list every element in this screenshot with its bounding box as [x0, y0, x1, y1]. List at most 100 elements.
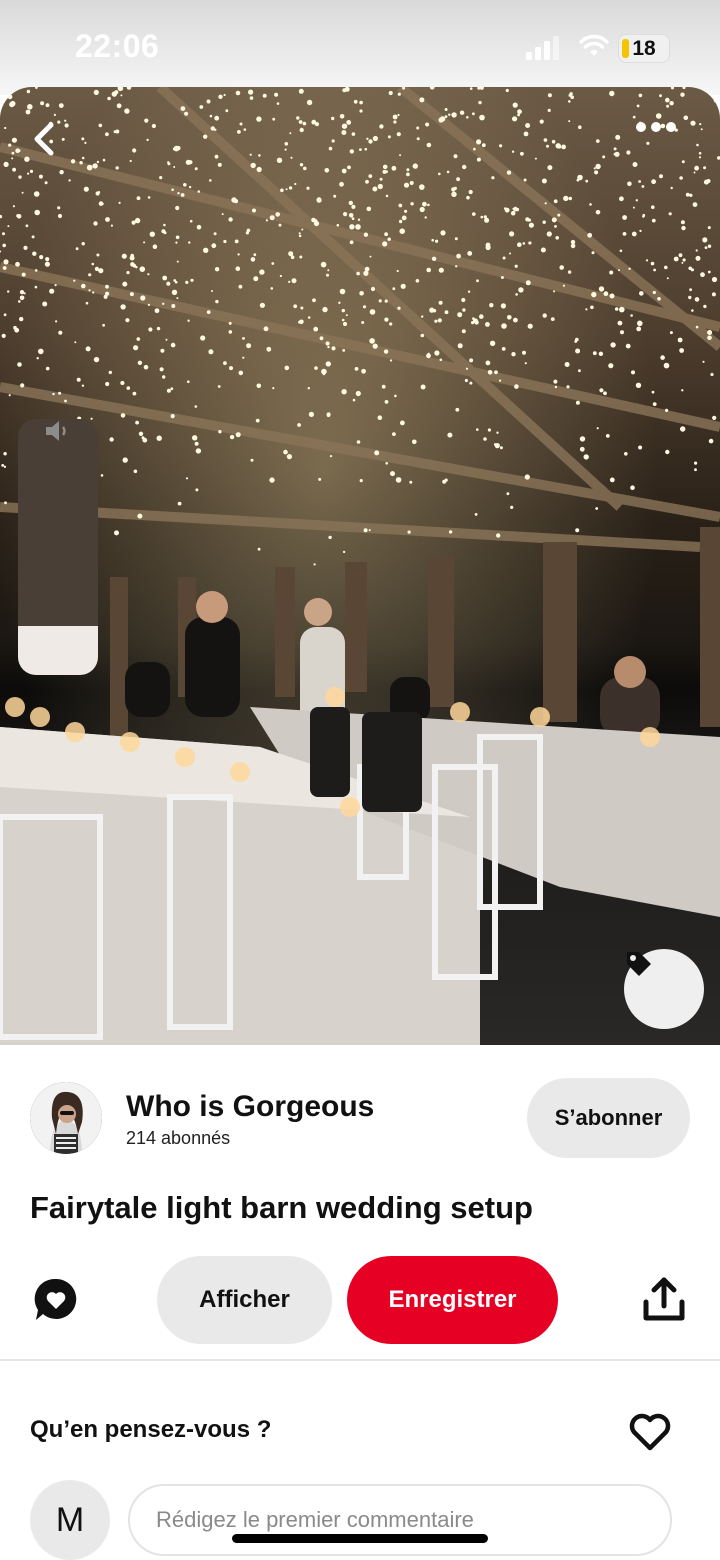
fairy-light	[707, 335, 712, 341]
follow-button[interactable]: S’abonner	[527, 1078, 690, 1158]
fairy-light	[681, 389, 684, 392]
fairy-light	[35, 87, 38, 89]
fairy-light	[129, 255, 135, 261]
fairy-light	[513, 206, 518, 212]
fairy-light	[650, 261, 655, 266]
fairy-light	[2, 243, 6, 248]
more-options-button[interactable]	[636, 122, 692, 162]
fairy-light	[129, 159, 132, 163]
heart-icon[interactable]	[628, 1412, 672, 1452]
fairy-light	[392, 287, 396, 291]
fairy-light	[81, 242, 85, 246]
fairy-light	[176, 260, 179, 263]
fairy-light	[167, 161, 170, 164]
fairy-light	[448, 530, 453, 534]
fairy-light	[19, 316, 24, 322]
fairy-light	[431, 256, 437, 261]
fairy-light	[608, 363, 614, 369]
fairy-light	[546, 231, 552, 237]
fairy-light	[175, 205, 180, 211]
fairy-light	[618, 269, 620, 272]
fairy-light	[256, 383, 262, 389]
fairy-light	[366, 137, 369, 140]
fairy-light	[523, 131, 529, 137]
fairy-light	[218, 430, 222, 434]
fairy-light	[598, 286, 605, 292]
fairy-light	[19, 290, 25, 295]
fairy-light	[525, 280, 531, 286]
save-button[interactable]: Enregistrer	[347, 1256, 558, 1344]
fairy-light	[351, 204, 356, 209]
product-tag-button[interactable]	[624, 949, 704, 1029]
fairy-light	[517, 242, 522, 247]
fairy-light	[500, 276, 504, 279]
fairy-light	[11, 151, 15, 155]
fairy-light	[382, 164, 388, 170]
fairy-light	[341, 389, 347, 395]
fairy-light	[528, 241, 532, 245]
fairy-light	[8, 394, 11, 397]
fairy-light	[324, 168, 330, 173]
share-icon[interactable]	[642, 1276, 686, 1322]
fairy-light	[276, 102, 280, 105]
more-dots-icon	[636, 122, 676, 132]
user-avatar[interactable]: M	[30, 1480, 110, 1560]
fairy-light	[64, 399, 67, 403]
fairy-light	[694, 468, 697, 472]
fairy-light	[692, 202, 698, 207]
fairy-light	[510, 210, 516, 216]
fairy-light	[696, 143, 699, 147]
fairy-light	[53, 113, 57, 116]
fairy-light	[298, 120, 303, 124]
fairy-light	[694, 165, 699, 171]
fairy-light	[554, 225, 557, 228]
fairy-light	[702, 87, 707, 91]
fairy-light	[524, 474, 530, 480]
volume-slider[interactable]	[18, 419, 98, 675]
back-button[interactable]	[30, 122, 80, 172]
fairy-light	[214, 128, 217, 131]
fairy-light	[651, 205, 655, 209]
view-button[interactable]: Afficher	[157, 1256, 332, 1344]
comment-bubble-icon[interactable]	[32, 1276, 80, 1324]
fairy-light	[165, 338, 168, 341]
fairy-light	[55, 320, 58, 323]
fairy-light	[290, 255, 295, 259]
fairy-light	[296, 116, 300, 120]
fairy-light	[568, 196, 572, 201]
fairy-light	[2, 232, 5, 236]
fairy-light	[467, 290, 471, 293]
fairy-light	[57, 206, 61, 210]
fairy-light	[92, 163, 98, 169]
candle-glow	[640, 727, 660, 747]
fairy-light	[590, 305, 594, 310]
fairy-light	[455, 265, 458, 268]
creator-name[interactable]: Who is Gorgeous	[126, 1090, 374, 1124]
fairy-light	[555, 236, 559, 240]
fairy-light	[298, 232, 301, 235]
fairy-light	[333, 194, 337, 198]
fairy-light	[234, 239, 239, 244]
fairy-light	[298, 234, 302, 238]
pin-image[interactable]	[0, 87, 720, 1045]
fairy-light	[307, 316, 311, 319]
creator-avatar[interactable]	[30, 1082, 102, 1154]
fairy-light	[641, 185, 645, 188]
fairy-light	[372, 343, 378, 349]
fairy-light	[453, 154, 458, 159]
fairy-light	[148, 327, 153, 332]
fairy-light	[569, 92, 573, 96]
fairy-light	[85, 346, 91, 352]
fairy-light	[613, 152, 617, 156]
fairy-light	[12, 87, 17, 91]
fairy-light	[359, 148, 362, 151]
fairy-light	[689, 193, 693, 197]
fairy-light	[603, 391, 607, 396]
fairy-light	[195, 448, 202, 454]
fairy-light	[706, 179, 711, 183]
comment-input[interactable]	[128, 1484, 672, 1556]
candle-glow	[65, 722, 85, 742]
fairy-light	[523, 178, 527, 182]
fairy-light	[522, 242, 526, 245]
fairy-light	[585, 308, 588, 311]
